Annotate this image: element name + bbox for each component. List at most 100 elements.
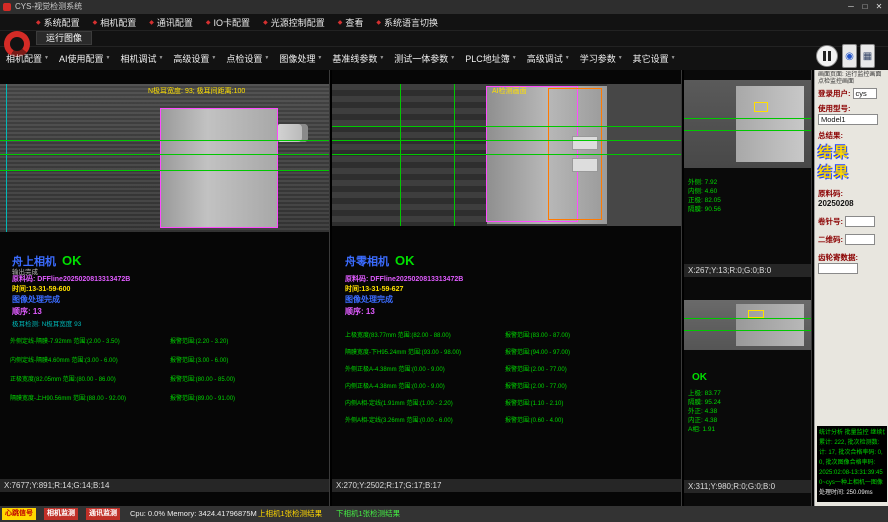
total-result-row: 总结果: [818, 130, 843, 141]
toolbar-advanced-debug[interactable]: 高级调试▼ [527, 52, 570, 65]
dropdown-arrow-icon: ▼ [450, 55, 455, 61]
heartbeat-badge: 心跳信号 [2, 508, 36, 520]
overlay-hline-green [332, 140, 682, 141]
preview-top-view: 外侧: 7.92 内侧: 4.60 正极: 82.05 隔膜: 90.56 X:… [684, 70, 812, 277]
model-value-row: Model1 [818, 114, 878, 125]
time-text: 时间:13-31-59-627 [345, 284, 403, 294]
process-done-text: 图像处理完成 [345, 294, 393, 305]
snapshot-button[interactable]: ◉ [842, 44, 857, 68]
pixel-coords-bar: X:267;Y:13;R:0;G:0;B:0 [684, 264, 811, 277]
divider [0, 46, 888, 47]
menu-item-light-config[interactable]: ◆光源控制配置 [263, 16, 325, 29]
total-result-line2: 结果 [818, 162, 886, 182]
preview-top-image [684, 80, 812, 168]
title-bar: CYS-视觉检测系统 ─ □ ✕ [0, 0, 888, 14]
statistics-panel: 统计分析 批量监控 继续优化 累计: 222, 批次检测数: 计: 17, 批次… [817, 426, 887, 502]
overlay-top-text: AI检测画面 [492, 86, 527, 96]
tab-run-image[interactable]: 运行图像 [36, 31, 92, 45]
left-camera-view: N极耳宽度: 93; 极耳间距离:100 舟上相机OK 输出完成 原料码: DF… [0, 70, 330, 506]
camera-result-title: 舟零相机OK [345, 252, 415, 270]
total-result-line1: 结果 [818, 142, 886, 162]
maximize-button[interactable]: □ [858, 0, 872, 14]
screen-mode-text: 画面页面: 运行监控画面 点检监控画面 [818, 72, 881, 86]
toolbar-camera-debug[interactable]: 相机调试▼ [120, 52, 163, 65]
overlay-hline-green [684, 118, 812, 119]
middle-camera-image: AI检测画面 [332, 84, 682, 226]
menu-item-view[interactable]: ◆查看 [338, 16, 364, 29]
barcode-text: 原料码: DFFline2025020813313472B [345, 274, 463, 284]
overlay-top-text: N极耳宽度: 93; 极耳间距离:100 [148, 86, 245, 96]
preview-bottom-image [684, 300, 812, 350]
pixel-coords-bar: X:311;Y:980;R:0;G:0;B:0 [684, 480, 811, 493]
menu-item-icon: ◆ [149, 19, 154, 26]
menu-item-system-config[interactable]: ◆系统配置 [36, 16, 80, 29]
menu-item-language[interactable]: ◆系统语言切换 [376, 16, 438, 29]
model-row: 使用型号: [818, 103, 851, 114]
gear-data-value-row [818, 263, 858, 274]
gear-data-input[interactable] [818, 263, 858, 274]
minimize-button[interactable]: ─ [844, 0, 858, 14]
dropdown-arrow-icon: ▼ [512, 55, 517, 61]
overlay-hline-green [0, 140, 330, 141]
roi-rect-magenta [160, 108, 278, 228]
bottom-camera-result-text: 下相机1张检测结果 [336, 508, 400, 520]
measurement-row: 外侧正极A-4.38mm 范围:(0.00 - 9.00)报警范围:(2.00 … [345, 364, 567, 373]
machine-mid-region [607, 84, 682, 226]
tab-check-text: 极耳检测: N极耳宽度 93 [12, 318, 81, 328]
app-window: CYS-视觉检测系统 ─ □ ✕ ◆系统配置 ◆相机配置 ◆通讯配置 ◆IO卡配… [0, 0, 888, 522]
toolbar-other-settings[interactable]: 其它设置▼ [633, 52, 676, 65]
menu-item-io-config[interactable]: ◆IO卡配置 [206, 16, 250, 29]
dropdown-arrow-icon: ▼ [211, 55, 216, 61]
toolbar-learning-params[interactable]: 学习参数▼ [580, 52, 623, 65]
dropdown-arrow-icon: ▼ [618, 55, 623, 61]
time-text: 时间:13-31-59-600 [12, 284, 70, 294]
qr-code-input[interactable] [845, 234, 875, 245]
menu-item-comm-config[interactable]: ◆通讯配置 [149, 16, 193, 29]
toolbar-image-processing[interactable]: 图像处理▼ [279, 52, 322, 65]
machine-bright-region [736, 86, 804, 162]
overlay-hline-green [684, 330, 812, 331]
toolbar-test-params[interactable]: 测试一体参数▼ [394, 52, 455, 65]
toolbar-plc-address[interactable]: PLC地址簿▼ [465, 52, 516, 65]
dropdown-arrow-icon: ▼ [379, 55, 384, 61]
model-select[interactable]: Model1 [818, 114, 878, 125]
preview-measure-lines: 外侧: 7.92 内侧: 4.60 正极: 82.05 隔膜: 90.56 [688, 178, 721, 214]
overlay-hline-green [0, 154, 330, 155]
pause-button[interactable] [816, 45, 838, 67]
status-bar: 心跳信号 相机监测 通讯监测 Cpu: 0.0% Memory: 3424.41… [0, 506, 888, 522]
machine-dark-region [332, 84, 487, 226]
grid-icon: ▦ [863, 51, 872, 62]
overlay-vline-green [400, 84, 401, 226]
overlay-hline-green [332, 126, 682, 127]
pin-number-input[interactable] [845, 216, 875, 227]
dropdown-arrow-icon: ▼ [671, 55, 676, 61]
qr-code-row: 二维码: [818, 234, 875, 245]
model-label: 使用型号: [818, 103, 851, 114]
menu-bar: ◆系统配置 ◆相机配置 ◆通讯配置 ◆IO卡配置 ◆光源控制配置 ◆查看 ◆系统… [36, 14, 438, 30]
menu-item-icon: ◆ [263, 19, 268, 26]
dropdown-arrow-icon: ▼ [565, 55, 570, 61]
right-panel: 画面页面: 运行监控画面 点检监控画面 登录用户: cys 使用型号: Mode… [814, 70, 888, 506]
menu-item-camera-config[interactable]: ◆相机配置 [93, 16, 137, 29]
measurement-row: 内侧定线-隔膜4.60mm 范围:(3.00 - 6.00)报警范围:(3.00… [10, 355, 228, 364]
pin-number-row: 卷针号: [818, 216, 875, 227]
barcode-text: 原料码: DFFline2025020813313472B [12, 274, 130, 284]
menu-item-icon: ◆ [206, 19, 211, 26]
toolbar-ai-config[interactable]: AI使用配置▼ [59, 52, 110, 65]
dropdown-arrow-icon: ▼ [264, 55, 269, 61]
roi-rect-yellow [754, 102, 768, 112]
login-user-row: 登录用户: cys [818, 88, 877, 99]
toolbar: 相机配置▼ AI使用配置▼ 相机调试▼ 高级设置▼ 点检设置▼ 图像处理▼ 基准… [6, 48, 676, 68]
toolbar-baseline-params[interactable]: 基准线参数▼ [332, 52, 384, 65]
toolbar-spot-check[interactable]: 点检设置▼ [226, 52, 269, 65]
measurement-row: 上极宽度(83.77mm 范围:(82.00 - 88.00)报警范围:(83.… [345, 330, 570, 339]
overlay-vline-green [454, 84, 455, 226]
menu-item-icon: ◆ [93, 19, 98, 26]
close-button[interactable]: ✕ [872, 0, 886, 14]
result-ok-text: OK [395, 253, 415, 268]
toolbar-camera-config[interactable]: 相机配置▼ [6, 52, 49, 65]
pixel-coords-bar: X:270;Y:2502;R:17;G:17;B:17 [332, 479, 681, 492]
grid-view-button[interactable]: ▦ [860, 44, 875, 68]
qr-code-label: 二维码: [818, 234, 843, 245]
toolbar-advanced-settings[interactable]: 高级设置▼ [173, 52, 216, 65]
